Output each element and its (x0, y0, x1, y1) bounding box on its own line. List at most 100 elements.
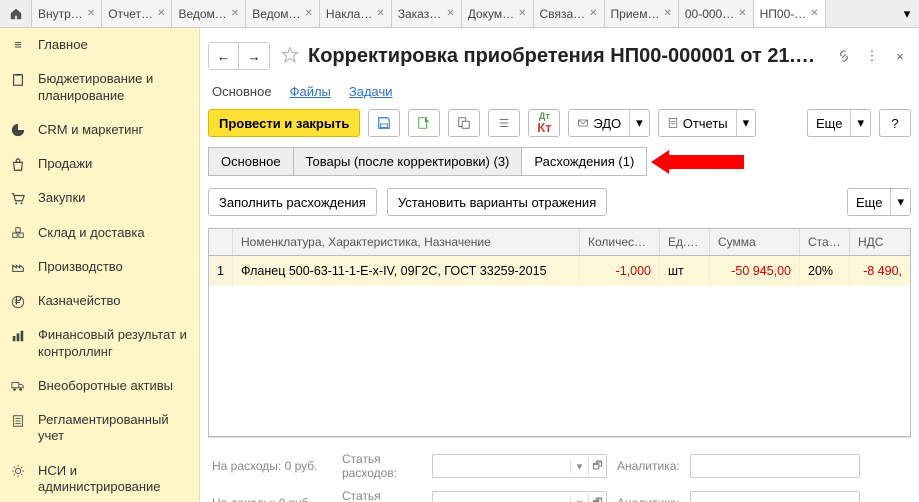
col-num[interactable] (209, 229, 233, 255)
window-tab[interactable]: Прием…✕ (605, 0, 679, 27)
factory-icon (8, 259, 28, 275)
tab-close-icon[interactable]: ✕ (738, 8, 746, 19)
tabs-dropdown[interactable]: ▾ (895, 0, 919, 27)
window-tab[interactable]: Ведом…✕ (172, 0, 246, 27)
sidebar-item-budget[interactable]: Бюджетирование и планирование (0, 62, 199, 113)
titlebar: ← → Корректировка приобретения НП00-0000… (208, 38, 911, 82)
tab-close-icon[interactable]: ✕ (231, 8, 239, 19)
analytics-label-1: Аналитика: (617, 459, 680, 473)
col-rate[interactable]: Ста… (800, 229, 850, 255)
nav-back-button[interactable]: ← (209, 43, 239, 69)
clipboard-icon (8, 71, 28, 87)
window-tab[interactable]: Докум…✕ (462, 0, 534, 27)
tab-close-icon[interactable]: ✕ (87, 8, 95, 19)
col-nomen[interactable]: Номенклатура, Характеристика, Назначение (233, 229, 580, 255)
window-tab[interactable]: Ведом…✕ (246, 0, 320, 27)
sidebar-item-crm[interactable]: CRM и маркетинг (0, 113, 199, 147)
item-expense-label: Статья расходов: (342, 452, 422, 481)
sidebar: ≡ Главное Бюджетирование и планирование … (0, 28, 200, 502)
analytics-field-1[interactable] (690, 454, 860, 478)
bag-icon (8, 156, 28, 172)
reports-button[interactable]: Отчеты ▾ (658, 109, 756, 137)
bottom-panel: На расходы: 0 руб. Статья расходов: ▾🗗 А… (208, 437, 911, 502)
dtct-icon-button[interactable]: ДтКт (528, 109, 560, 137)
analytics-field-2[interactable] (690, 491, 860, 502)
ruble-icon: ₽ (8, 293, 28, 309)
annotation-arrow-right (651, 150, 744, 174)
toolbar: Провести и закрыть ДтКт (208, 109, 911, 147)
tab-close-icon[interactable]: ✕ (446, 8, 454, 19)
window-tab[interactable]: Накла…✕ (320, 0, 392, 27)
truck-icon (8, 378, 28, 394)
window-tab[interactable]: НП00-…✕ (754, 0, 826, 27)
subtab-files[interactable]: Файлы (290, 84, 331, 99)
document-tabs: Основное Товары (после корректировки) (3… (208, 147, 647, 176)
sidebar-item-admin[interactable]: НСИ и администрирование (0, 454, 199, 502)
window-tab[interactable]: 00-000…✕ (679, 0, 754, 27)
help-button[interactable]: ? (879, 109, 911, 137)
tab-close-icon[interactable]: ✕ (810, 8, 818, 19)
sidebar-item-warehouse[interactable]: Склад и доставка (0, 216, 199, 250)
gear-icon (8, 463, 28, 479)
post-icon-button[interactable] (408, 109, 440, 137)
item-income-label: Статья доходов: (342, 489, 422, 502)
save-close-button[interactable]: Провести и закрыть (208, 109, 360, 137)
tab-close-icon[interactable]: ✕ (157, 8, 165, 19)
item-expense-field[interactable]: ▾🗗 (432, 454, 607, 478)
diff-grid: Номенклатура, Характеристика, Назначение… (208, 228, 911, 437)
sidebar-item-assets[interactable]: Внеоборотные активы (0, 369, 199, 403)
window-tab[interactable]: Связа…✕ (534, 0, 605, 27)
app-tabbar: Внутр…✕Отчет…✕Ведом…✕Ведом…✕Накла…✕Заказ… (0, 0, 919, 28)
home-tab[interactable] (0, 0, 32, 27)
document-icon (8, 412, 28, 428)
fill-diff-button[interactable]: Заполнить расхождения (208, 188, 377, 216)
income-label: На доходы: 0 руб. (212, 496, 332, 502)
analytics-label-2: Аналитика: (617, 496, 680, 502)
nav-forward-button[interactable]: → (239, 43, 269, 69)
sidebar-item-main[interactable]: ≡ Главное (0, 28, 199, 62)
sidebar-item-purchase[interactable]: Закупки (0, 181, 199, 215)
subtab-main[interactable]: Основное (212, 84, 272, 99)
pie-icon (8, 122, 28, 138)
save-icon-button[interactable] (368, 109, 400, 137)
window-tab[interactable]: Заказ…✕ (392, 0, 462, 27)
tab-close-icon[interactable]: ✕ (305, 8, 313, 19)
doctab-goods[interactable]: Товары (после корректировки) (3) (294, 148, 523, 175)
subtab-tasks[interactable]: Задачи (349, 84, 393, 99)
col-unit[interactable]: Ед. … (660, 229, 710, 255)
favorite-icon[interactable] (280, 45, 300, 68)
sidebar-item-regaccount[interactable]: Регламентированный учет (0, 403, 199, 454)
menu-icon: ≡ (8, 37, 28, 52)
tab-close-icon[interactable]: ✕ (663, 8, 671, 19)
col-qty[interactable]: Количество (580, 229, 660, 255)
close-icon[interactable]: × (889, 45, 911, 67)
chart-icon (8, 327, 28, 343)
sidebar-item-finresult[interactable]: Финансовый результат и контроллинг (0, 318, 199, 369)
sidebar-item-treasury[interactable]: ₽ Казначейство (0, 284, 199, 318)
list-icon-button[interactable] (488, 109, 520, 137)
subtoolbar-more[interactable]: Еще ▾ (847, 188, 911, 216)
window-tab[interactable]: Внутр…✕ (32, 0, 102, 27)
tab-close-icon[interactable]: ✕ (589, 8, 597, 19)
expense-label: На расходы: 0 руб. (212, 459, 332, 473)
col-vat[interactable]: НДС (850, 229, 910, 255)
svg-text:₽: ₽ (14, 295, 21, 307)
set-variants-button[interactable]: Установить варианты отражения (387, 188, 607, 216)
item-income-field[interactable]: ▾🗗 (432, 491, 607, 502)
sidebar-item-sales[interactable]: Продажи (0, 147, 199, 181)
boxes-icon (8, 225, 28, 241)
more-button[interactable]: Еще ▾ (807, 109, 871, 137)
link-icon[interactable] (833, 45, 855, 67)
col-sum[interactable]: Сумма (710, 229, 800, 255)
cart-icon (8, 190, 28, 206)
more-icon[interactable]: ⋮ (861, 45, 883, 67)
doctab-diff[interactable]: Расхождения (1) (522, 148, 646, 175)
edo-button[interactable]: ЭДО ▾ (568, 109, 649, 137)
tab-close-icon[interactable]: ✕ (376, 8, 384, 19)
window-tab[interactable]: Отчет…✕ (102, 0, 172, 27)
create-based-button[interactable] (448, 109, 480, 137)
doctab-main[interactable]: Основное (209, 148, 294, 175)
sidebar-item-production[interactable]: Производство (0, 250, 199, 284)
tab-close-icon[interactable]: ✕ (518, 8, 526, 19)
table-row[interactable]: 1 Фланец 500-63-11-1-E-х-IV, 09Г2С, ГОСТ… (209, 256, 910, 286)
